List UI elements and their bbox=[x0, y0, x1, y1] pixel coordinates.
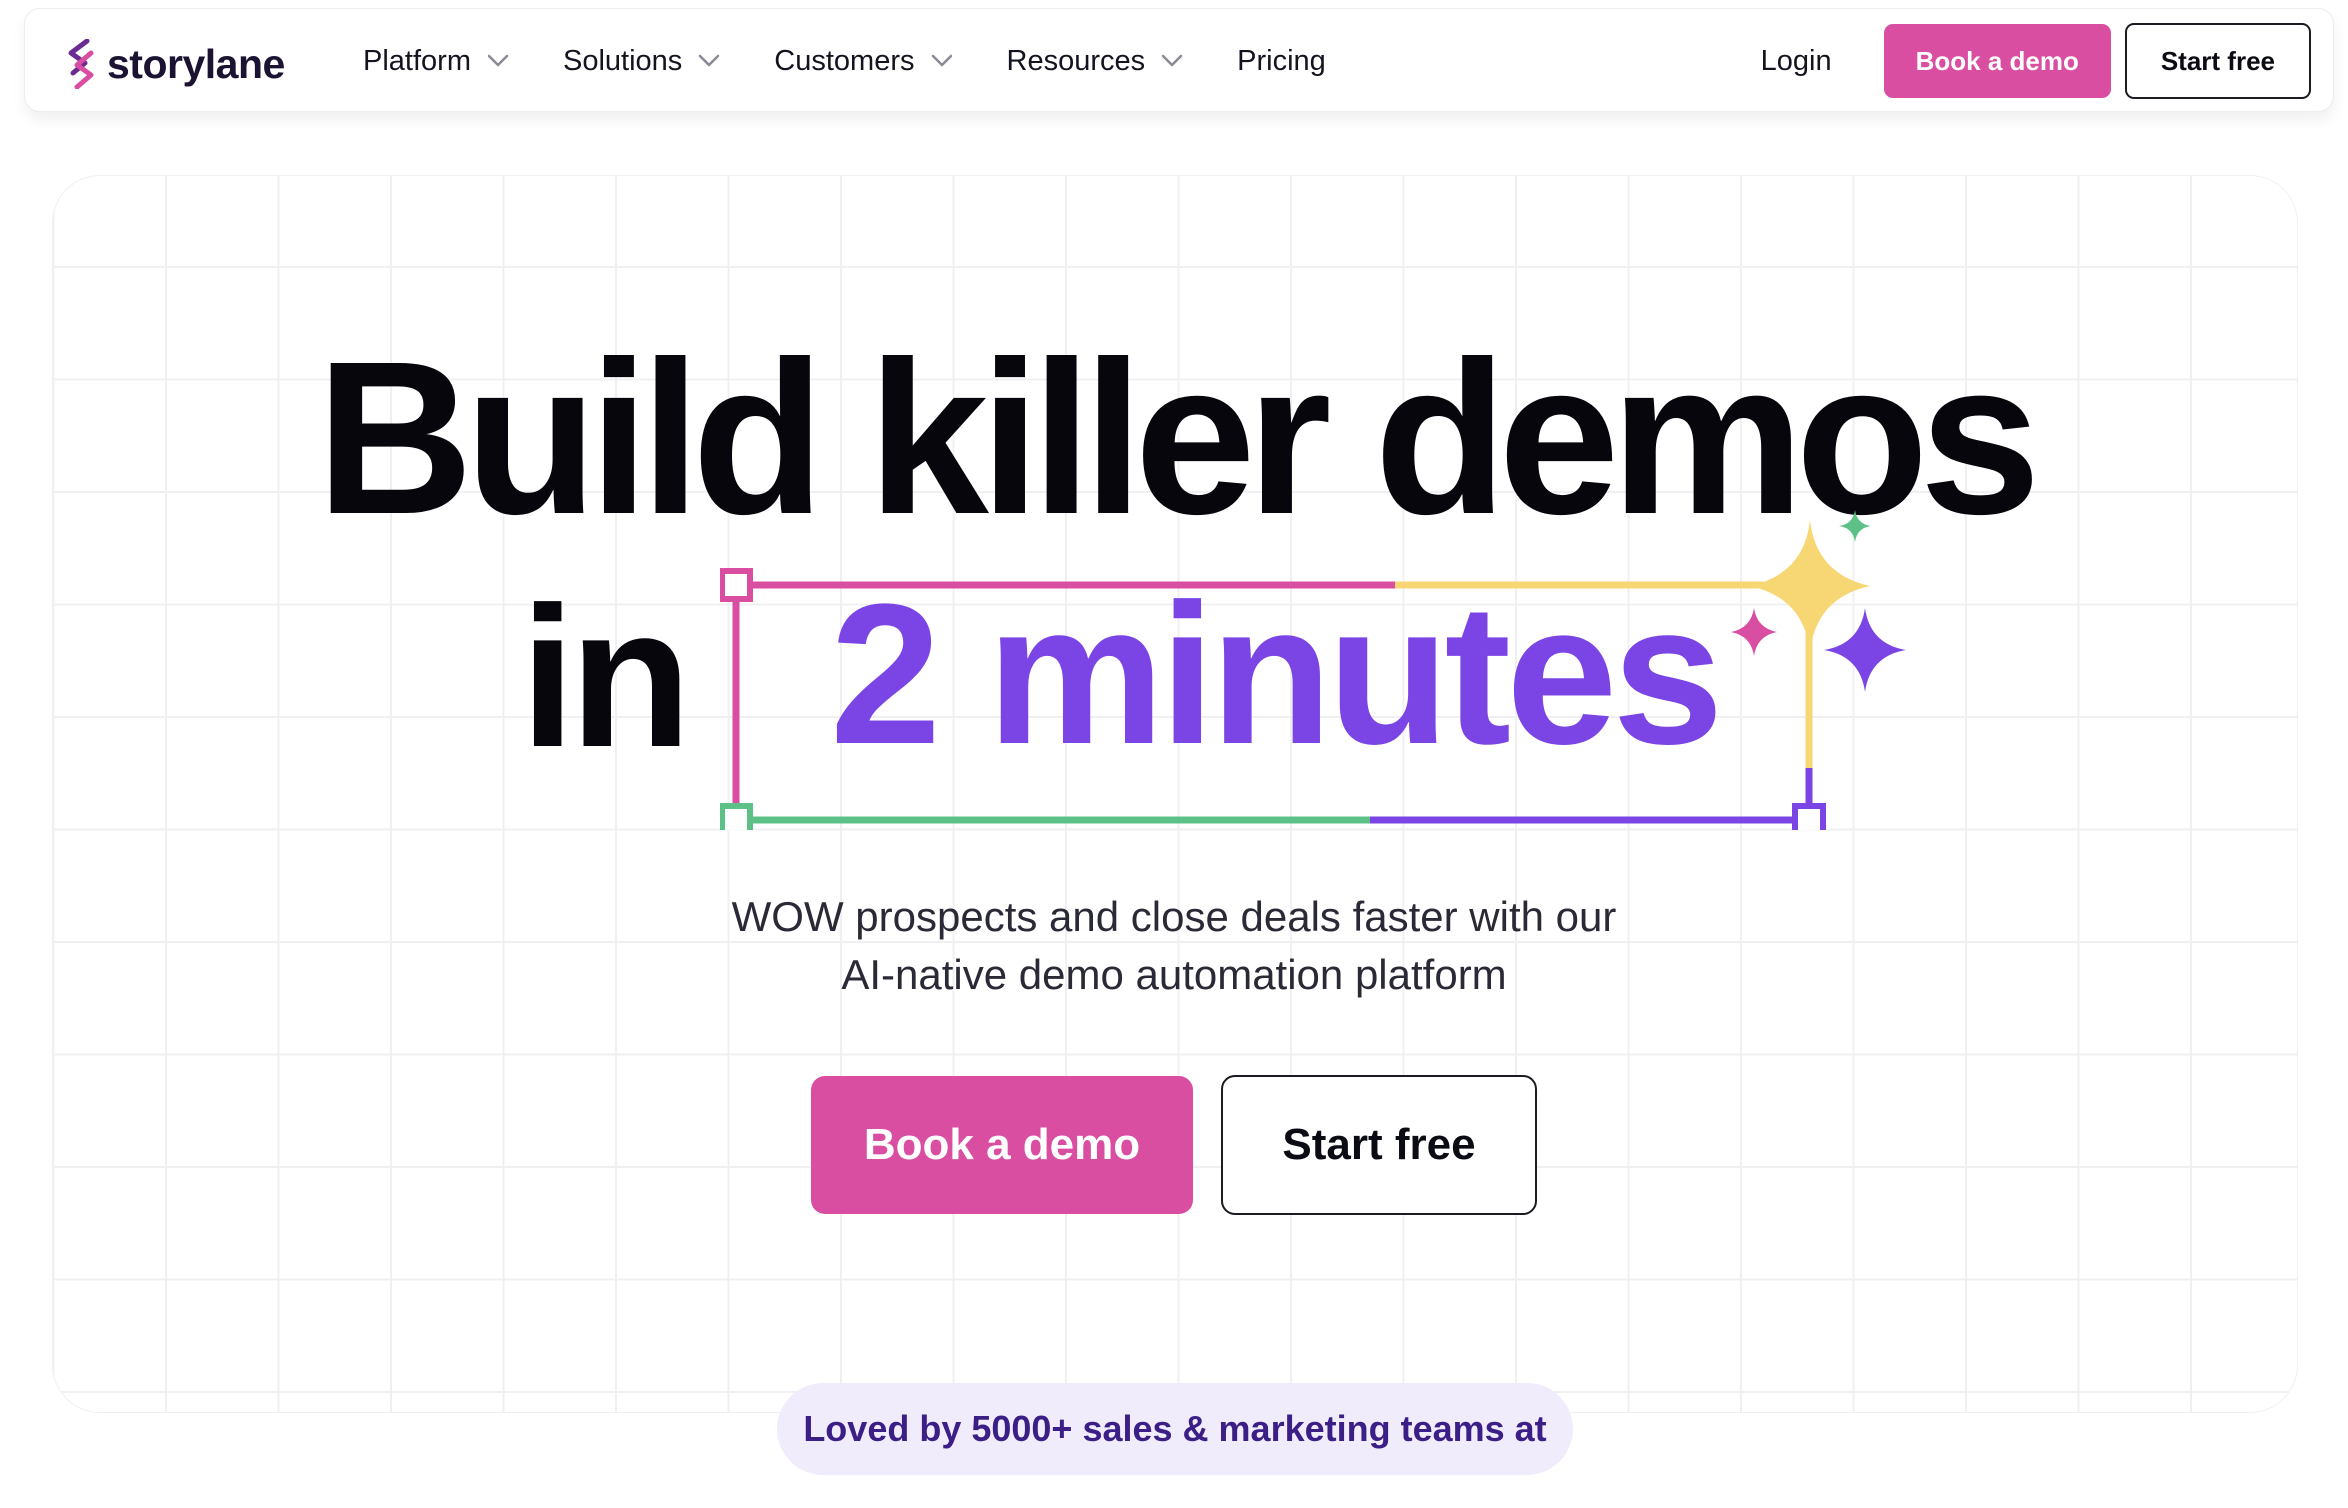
nav-item-customers[interactable]: Customers bbox=[774, 45, 952, 78]
nav-item-label: Solutions bbox=[562, 44, 683, 77]
hero-start-free-button[interactable]: Start free bbox=[1221, 1075, 1537, 1215]
corner-handle-bottom-right bbox=[1792, 803, 1826, 830]
storylane-s-logo-icon bbox=[68, 39, 94, 89]
nav-item-label: Platform bbox=[363, 44, 471, 77]
chevron-down-icon bbox=[931, 54, 952, 67]
corner-handle-top-left bbox=[720, 568, 753, 602]
headline-highlight-2-minutes: 2 minutes bbox=[830, 563, 1724, 786]
headline-in-word: in bbox=[520, 566, 692, 789]
subtitle-line-1: WOW prospects and close deals faster wit… bbox=[731, 893, 1617, 940]
main-menu: Platform Solutions Customers Resources P… bbox=[363, 9, 1380, 113]
hero-book-demo-button[interactable]: Book a demo bbox=[811, 1076, 1193, 1214]
top-navigation-bar: storylane Platform Solutions Customers R… bbox=[24, 8, 2334, 112]
login-link[interactable]: Login bbox=[1761, 45, 1832, 78]
nav-item-pricing[interactable]: Pricing bbox=[1237, 45, 1326, 78]
social-proof-pill: Loved by 5000+ sales & marketing teams a… bbox=[777, 1383, 1573, 1475]
nav-book-demo-button[interactable]: Book a demo bbox=[1883, 24, 2111, 98]
chevron-down-icon bbox=[699, 54, 720, 67]
sparkles-icon bbox=[1731, 510, 1906, 692]
nav-item-label: Pricing bbox=[1237, 44, 1326, 77]
hero-subtitle: WOW prospects and close deals faster wit… bbox=[0, 888, 2348, 1004]
nav-item-solutions[interactable]: Solutions bbox=[563, 45, 720, 78]
nav-item-label: Customers bbox=[774, 44, 915, 77]
nav-start-free-button[interactable]: Start free bbox=[2124, 23, 2311, 99]
hero-cta-row: Book a demo Start free bbox=[0, 1075, 2348, 1215]
nav-actions: Login Book a demo Start free bbox=[1761, 9, 2311, 113]
chevron-down-icon bbox=[1161, 54, 1183, 67]
storylane-logo[interactable]: storylane bbox=[65, 39, 285, 89]
subtitle-line-2: AI-native demo automation platform bbox=[841, 951, 1507, 998]
nav-item-label: Resources bbox=[1006, 44, 1146, 77]
chevron-down-icon bbox=[487, 54, 509, 67]
headline-line-1: Build killer demos bbox=[316, 317, 2041, 560]
brand-name: storylane bbox=[107, 40, 285, 87]
nav-item-resources[interactable]: Resources bbox=[1007, 45, 1184, 78]
corner-handle-bottom-left bbox=[720, 803, 753, 830]
nav-item-platform[interactable]: Platform bbox=[363, 45, 509, 78]
